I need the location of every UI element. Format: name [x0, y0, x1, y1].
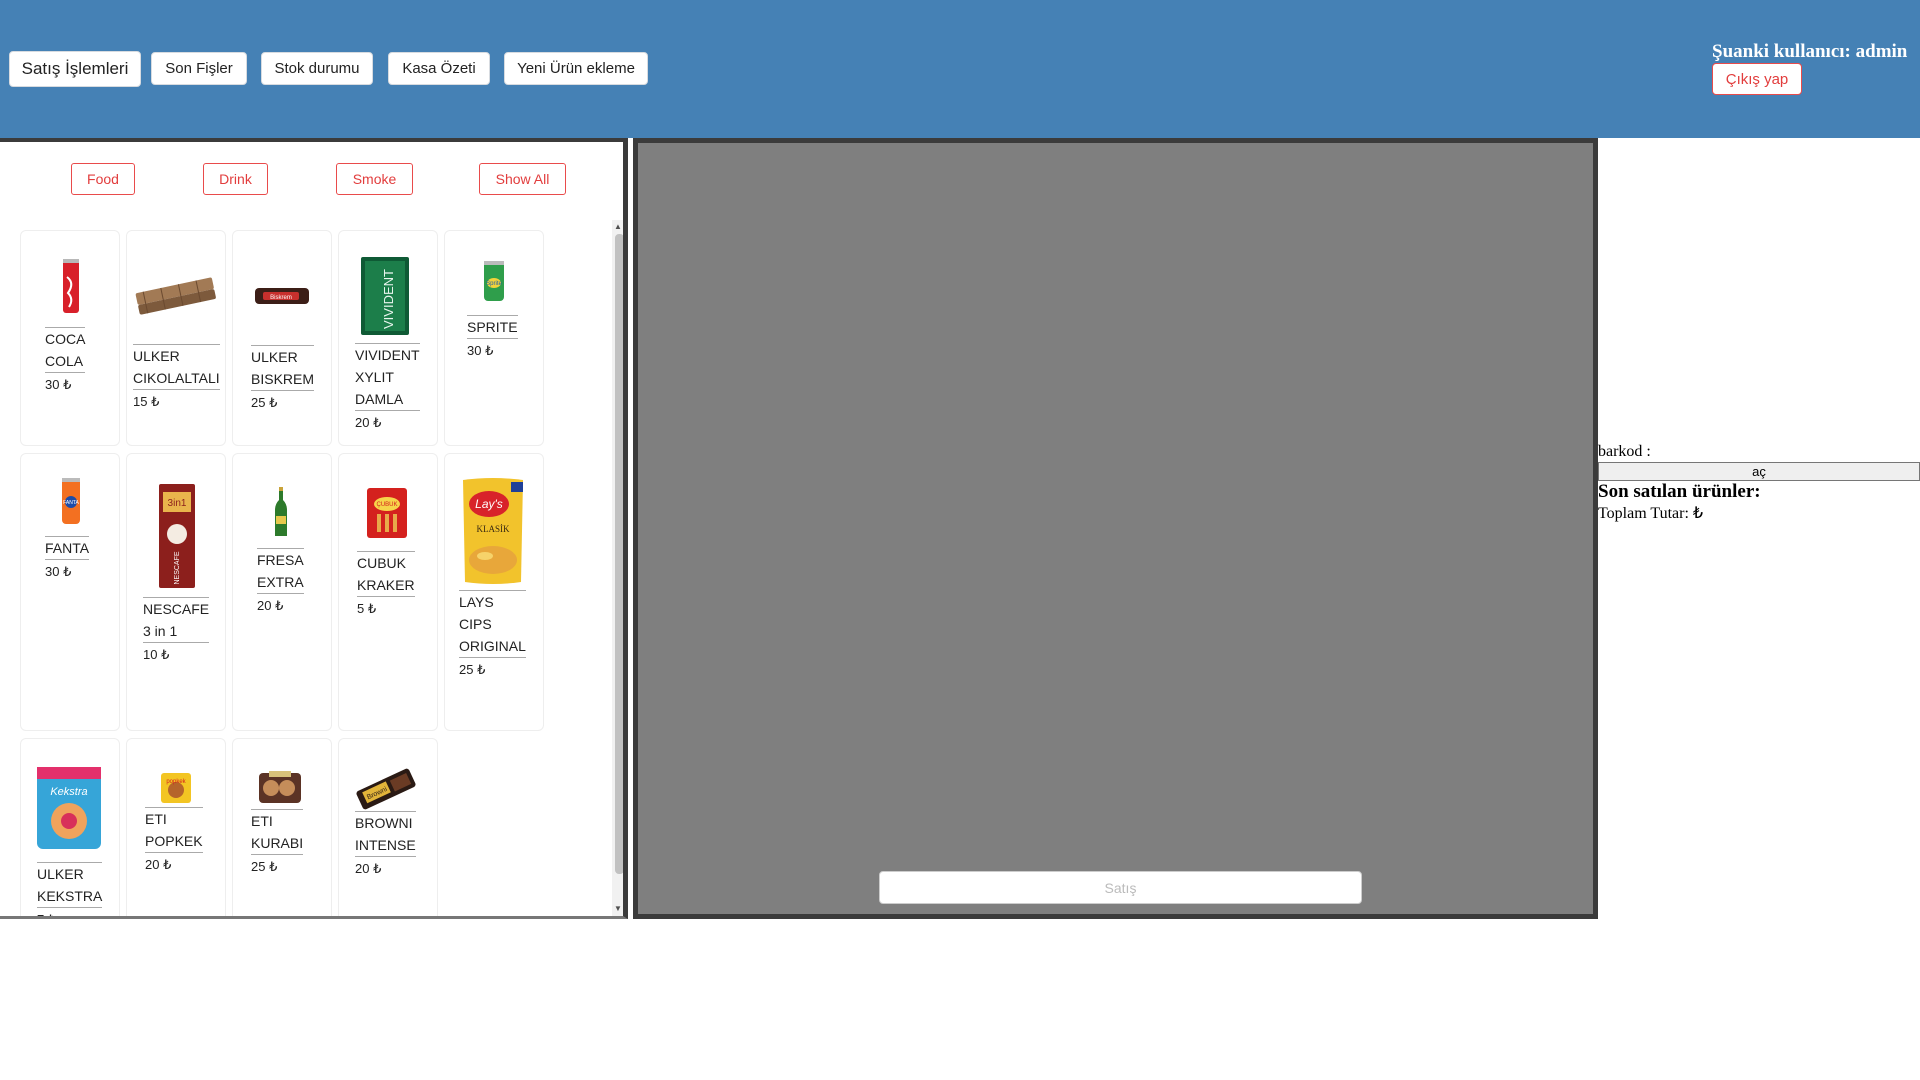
product-panel: Food Drink Smoke Show All COCA COLA 30 ₺…: [0, 138, 628, 919]
sprite-can-icon: Sprite: [484, 261, 504, 301]
product-card[interactable]: Lay's KLASİK LAYS CIPS ORIGINAL 25 ₺: [444, 453, 544, 731]
product-name: CUBUK KRAKER: [357, 551, 415, 597]
product-price: 20 ₺: [355, 861, 382, 876]
product-name: COCA COLA: [45, 327, 86, 373]
product-name: BROWNI INTENSE: [355, 811, 416, 857]
stock-status-button[interactable]: Stok durumu: [261, 52, 373, 85]
svg-text:KLASİK: KLASİK: [477, 524, 510, 534]
scroll-thumb[interactable]: [615, 234, 623, 874]
product-card[interactable]: COCA COLA 30 ₺: [20, 230, 120, 446]
product-card[interactable]: Biskrem ULKER BISKREM 25 ₺: [232, 230, 332, 446]
product-price: 30 ₺: [45, 564, 72, 579]
product-card[interactable]: popkek ETI POPKEK 20 ₺: [126, 738, 226, 916]
svg-text:ÇUBUK: ÇUBUK: [376, 502, 397, 508]
brownie-bar-icon: Browni: [356, 768, 416, 810]
product-name: VIVIDENT XYLIT DAMLA: [355, 343, 420, 411]
logout-button[interactable]: Çıkış yap: [1712, 63, 1802, 95]
biscuit-bar-icon: Biskrem: [255, 288, 309, 304]
cracker-pack-icon: ÇUBUK: [367, 488, 407, 538]
product-card[interactable]: VIVIDENT VIVIDENT XYLIT DAMLA 20 ₺: [338, 230, 438, 446]
product-card[interactable]: FRESA EXTRA 20 ₺: [232, 453, 332, 731]
svg-text:Lay's: Lay's: [475, 497, 503, 511]
recent-sales-title: Son satılan ürünler:: [1598, 481, 1761, 502]
product-name: ETI KURABI: [251, 809, 304, 855]
product-card[interactable]: 3in1 NESCAFE NESCAFE 3 in 1 10 ₺: [126, 453, 226, 731]
sale-button[interactable]: Satış: [879, 871, 1362, 904]
recent-receipts-button[interactable]: Son Fişler: [151, 52, 247, 85]
product-price: 15 ₺: [133, 394, 160, 409]
add-product-button[interactable]: Yeni Ürün ekleme: [504, 52, 648, 85]
product-price: 5 ₺: [357, 601, 377, 616]
product-name: FRESA EXTRA: [257, 548, 304, 594]
product-card[interactable]: Browni BROWNI INTENSE 20 ₺: [338, 738, 438, 916]
product-card[interactable]: Kekstra ULKER KEKSTRA 7 ₺: [20, 738, 120, 916]
filter-show-all-button[interactable]: Show All: [479, 163, 566, 195]
cake-pack-icon: Kekstra: [37, 767, 101, 849]
current-user-label: Şuanki kullanıcı: admin: [1712, 41, 1908, 62]
product-name: SPRITE: [467, 315, 518, 339]
barcode-label: barkod :: [1598, 443, 1651, 460]
chips-bag-icon: Lay's KLASİK: [463, 478, 523, 584]
svg-text:3in1: 3in1: [168, 498, 187, 509]
product-price: 20 ₺: [257, 598, 284, 613]
wafer-icon: [135, 277, 216, 315]
top-navigation-bar: Satış İşlemleri Son Fişler Stok durumu K…: [0, 0, 1920, 138]
product-name: ULKER CIKOLALTALI: [133, 344, 220, 390]
filter-drink-button[interactable]: Drink: [203, 163, 268, 195]
total-amount-label: Toplam Tutar: ₺: [1598, 505, 1704, 522]
svg-text:popkek: popkek: [166, 779, 186, 785]
bottle-icon: [275, 487, 287, 536]
svg-text:VIVIDENT: VIVIDENT: [381, 269, 396, 329]
product-price: 25 ₺: [459, 662, 486, 677]
gum-pack-icon: VIVIDENT: [361, 257, 409, 335]
panel-divider: [0, 138, 623, 142]
svg-text:NESCAFE: NESCAFE: [174, 551, 181, 584]
product-name: NESCAFE 3 in 1: [143, 597, 210, 643]
cookie-pack-icon: [259, 771, 301, 803]
product-list-scrollbar[interactable]: ▲ ▼: [612, 220, 623, 916]
product-price: 30 ₺: [467, 343, 494, 358]
filter-smoke-button[interactable]: Smoke: [336, 163, 413, 195]
popkek-icon: popkek: [161, 773, 191, 803]
coca-cola-can-icon: [63, 259, 79, 313]
product-card[interactable]: ÇUBUK CUBUK KRAKER 5 ₺: [338, 453, 438, 731]
svg-text:Sprite: Sprite: [486, 281, 502, 287]
coffee-sachet-icon: 3in1 NESCAFE: [159, 484, 195, 588]
product-name: ULKER BISKREM: [251, 345, 315, 391]
product-price: 25 ₺: [251, 395, 278, 410]
filter-food-button[interactable]: Food: [71, 163, 135, 195]
scroll-up-arrow-icon[interactable]: ▲: [614, 222, 622, 231]
product-card[interactable]: ETI KURABI 25 ₺: [232, 738, 332, 916]
product-price: 7 ₺: [37, 912, 56, 916]
product-price: 20 ₺: [145, 857, 172, 872]
cash-summary-button[interactable]: Kasa Özeti: [388, 52, 490, 85]
product-name: LAYS CIPS ORIGINAL: [459, 590, 526, 658]
product-card[interactable]: FANTA FANTA 30 ₺: [20, 453, 120, 731]
product-name: ULKER KEKSTRA: [37, 862, 103, 908]
product-card[interactable]: ULKER CIKOLALTALI 15 ₺: [126, 230, 226, 446]
sales-operations-button[interactable]: Satış İşlemleri: [9, 51, 141, 87]
svg-text:Biskrem: Biskrem: [270, 295, 292, 301]
product-name: FANTA: [45, 536, 90, 560]
cart-panel: Satış: [633, 138, 1598, 919]
product-price: 10 ₺: [143, 647, 170, 662]
fanta-can-icon: FANTA: [62, 478, 80, 524]
product-name: ETI POPKEK: [145, 807, 203, 853]
product-price: 30 ₺: [45, 377, 72, 392]
svg-text:FANTA: FANTA: [63, 500, 79, 506]
product-price: 20 ₺: [355, 415, 382, 430]
scroll-down-arrow-icon[interactable]: ▼: [614, 904, 622, 913]
product-price: 25 ₺: [251, 859, 278, 874]
product-card[interactable]: Sprite SPRITE 30 ₺: [444, 230, 544, 446]
open-button[interactable]: aç: [1598, 462, 1920, 481]
svg-text:Kekstra: Kekstra: [50, 786, 87, 798]
